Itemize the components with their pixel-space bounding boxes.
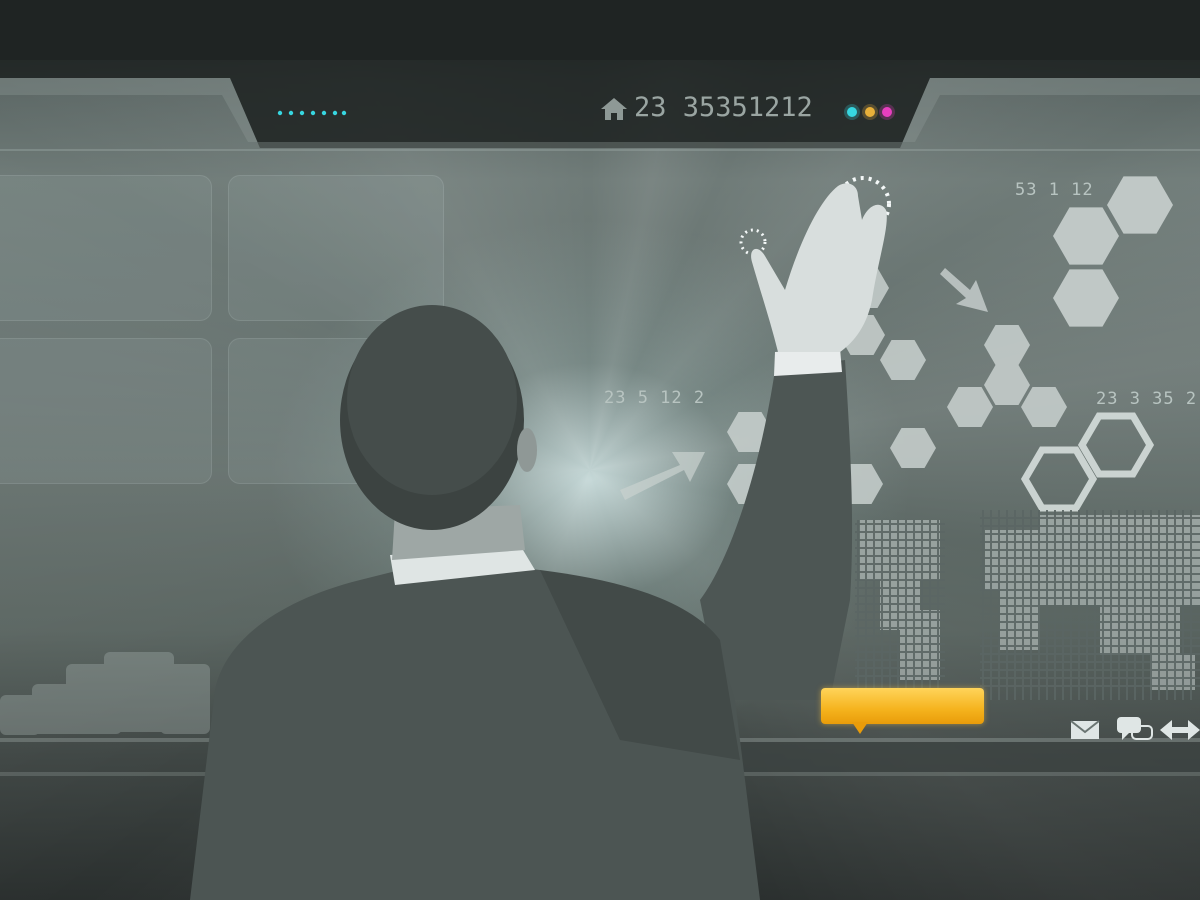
businessman: [190, 183, 887, 900]
highlight-button[interactable]: [821, 688, 984, 724]
chat-icon[interactable]: [1116, 716, 1154, 744]
mail-icon[interactable]: [1070, 720, 1100, 740]
highlight-button-pointer: [852, 722, 868, 734]
interface-scene: 23 35351212 53 1 12 23 5 12 2 23 3 35 2: [0, 0, 1200, 900]
double-arrow-icon[interactable]: [1160, 719, 1200, 741]
